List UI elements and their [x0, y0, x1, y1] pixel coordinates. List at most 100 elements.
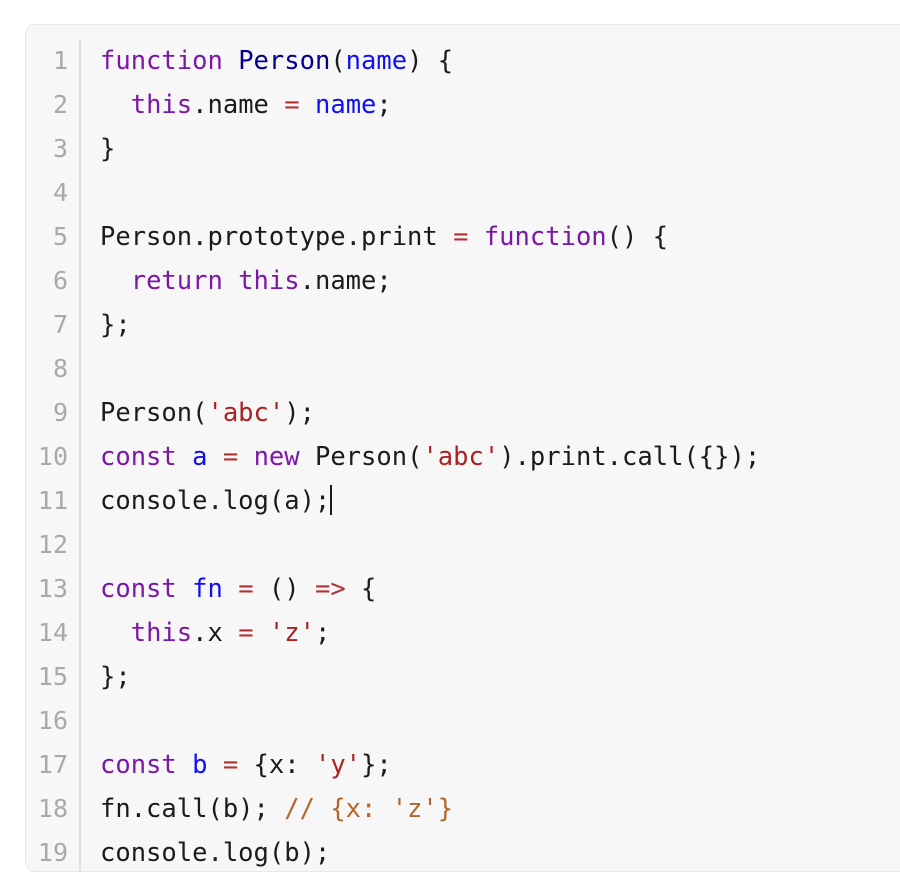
line-number: 10	[26, 435, 81, 479]
code-token-str: 'abc'	[422, 442, 500, 472]
code-line-text[interactable]: Person.prototype.print = function() {	[81, 215, 900, 259]
code-line[interactable]: 13 const fn = () => {	[26, 567, 900, 611]
code-line-text[interactable]: function Person(name) {	[81, 39, 900, 83]
code-line[interactable]: 18 fn.call(b); // {x: 'z'}	[26, 787, 900, 831]
code-line-text[interactable]: fn.call(b); // {x: 'z'}	[81, 787, 900, 831]
code-token-var: b	[192, 750, 208, 780]
code-line[interactable]: 4	[26, 171, 900, 215]
line-number: 14	[26, 611, 81, 655]
code-line-text[interactable]: const fn = () => {	[81, 567, 900, 611]
code-token-plain: ()	[253, 574, 315, 604]
code-line-text[interactable]: return this.name;	[81, 259, 900, 303]
code-token-plain: };	[100, 310, 131, 340]
code-token-plain: .name;	[299, 266, 392, 296]
line-number: 2	[26, 83, 81, 127]
line-number: 4	[26, 171, 81, 215]
code-line[interactable]: 5 Person.prototype.print = function() {	[26, 215, 900, 259]
code-line[interactable]: 16	[26, 699, 900, 743]
code-token-op: =	[238, 618, 254, 648]
code-line[interactable]: 19 console.log(b);	[26, 831, 900, 871]
line-number: 6	[26, 259, 81, 303]
code-token-plain: ;	[314, 618, 331, 648]
code-line-text[interactable]: const b = {x: 'y'};	[81, 743, 900, 787]
code-line-text[interactable]: this.x = 'z';	[81, 611, 900, 655]
code-token-plain: .x	[192, 618, 239, 648]
code-token-plain: Person.prototype.print	[100, 222, 454, 252]
code-token-plain: );	[284, 398, 315, 428]
code-token-kw: const	[100, 442, 177, 472]
code-editor-block[interactable]: 1 function Person(name) {2 this.name = na…	[25, 24, 900, 872]
code-token-str: 'y'	[314, 750, 362, 780]
code-line[interactable]: 12	[26, 523, 900, 567]
code-line-text[interactable]: console.log(b);	[81, 831, 900, 871]
code-token-plain: ) {	[407, 46, 454, 76]
code-token-kw: return	[130, 266, 223, 296]
code-line[interactable]: 10 const a = new Person('abc').print.call…	[26, 435, 900, 479]
code-token-kw: this	[238, 266, 300, 296]
line-number: 5	[26, 215, 81, 259]
code-token-kw: function	[483, 222, 607, 252]
code-token-var: a	[192, 442, 208, 472]
line-number: 19	[26, 831, 81, 871]
code-line-text[interactable]: }	[81, 127, 900, 171]
code-line[interactable]: 8	[26, 347, 900, 391]
line-number: 9	[26, 391, 81, 435]
code-token-plain: ).print.call({});	[499, 442, 761, 472]
code-line[interactable]: 17 const b = {x: 'y'};	[26, 743, 900, 787]
code-line[interactable]: 7};	[26, 303, 900, 347]
code-line-text[interactable]: this.name = name;	[81, 83, 900, 127]
line-number: 16	[26, 699, 81, 743]
code-line[interactable]: 1 function Person(name) {	[26, 39, 900, 83]
code-token-plain: console.log(b);	[100, 838, 331, 868]
code-token-plain: console.log(a);	[100, 486, 331, 516]
line-number: 13	[26, 567, 81, 611]
code-line[interactable]: 11 console.log(a);	[26, 479, 900, 523]
code-line[interactable]: 3}	[26, 127, 900, 171]
line-number: 3	[26, 127, 81, 171]
line-number: 12	[26, 523, 81, 567]
code-token-op: =>	[314, 574, 346, 604]
code-line-text[interactable]: const a = new Person('abc').print.call({…	[81, 435, 900, 479]
code-token-param: name	[345, 46, 408, 76]
line-number: 1	[26, 39, 81, 83]
text-caret	[330, 485, 333, 515]
code-token-op: =	[222, 442, 239, 472]
code-line[interactable]: 14 this.x = 'z';	[26, 611, 900, 655]
code-line-text[interactable]: };	[81, 303, 900, 347]
code-token-plain: fn.call(b);	[100, 794, 285, 824]
line-number: 11	[26, 479, 81, 523]
code-token-comment: // {x: 'z'}	[284, 794, 454, 824]
line-number: 17	[26, 743, 81, 787]
code-token-kw: this	[130, 90, 193, 120]
code-token-str: 'z'	[268, 618, 315, 648]
code-token-plain: }	[100, 134, 116, 164]
code-token-plain: };	[100, 662, 131, 692]
code-line[interactable]: 15};	[26, 655, 900, 699]
code-token-plain: {x:	[238, 750, 315, 780]
code-line[interactable]: 2 this.name = name;	[26, 83, 900, 127]
code-token-plain: };	[361, 750, 392, 780]
code-line-text[interactable]: Person('abc');	[81, 391, 900, 435]
line-number: 18	[26, 787, 81, 831]
code-token-plain: Person(	[299, 442, 423, 472]
code-token-op: =	[284, 90, 300, 120]
line-number: 15	[26, 655, 81, 699]
code-line[interactable]: 9 Person('abc');	[26, 391, 900, 435]
code-token-kw: function	[100, 46, 223, 76]
code-token-str: 'abc'	[207, 398, 285, 428]
code-line-text[interactable]: console.log(a);	[81, 479, 900, 523]
code-token-var: name	[314, 90, 377, 120]
code-line[interactable]: 6 return this.name;	[26, 259, 900, 303]
code-line-text[interactable]: };	[81, 655, 900, 699]
